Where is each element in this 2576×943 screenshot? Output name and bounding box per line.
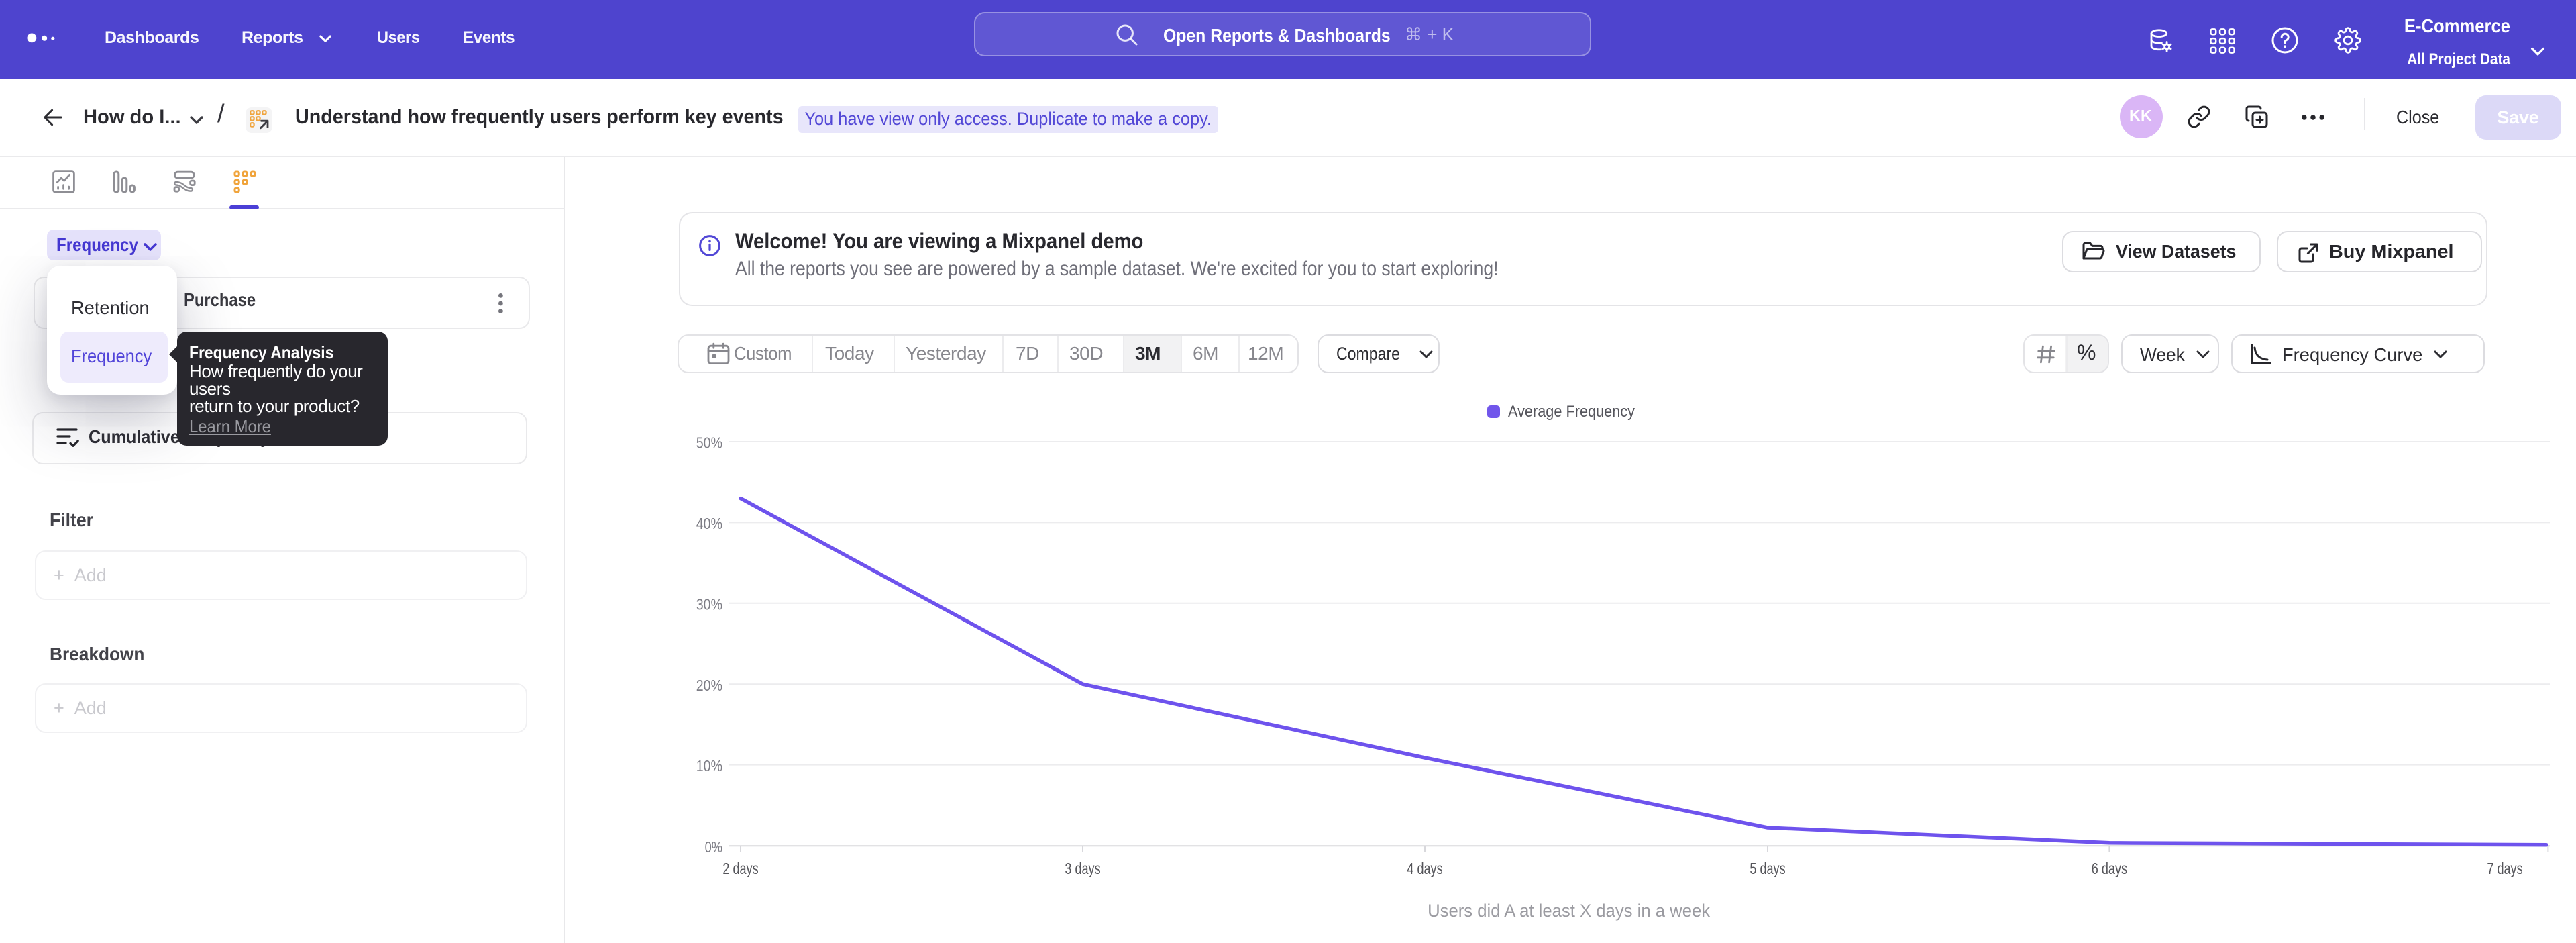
svg-text:10%: 10% — [696, 757, 722, 775]
svg-text:40%: 40% — [696, 515, 722, 532]
svg-text:2 days: 2 days — [722, 860, 758, 877]
svg-text:6 days: 6 days — [2092, 860, 2127, 877]
svg-text:Average Frequency: Average Frequency — [1508, 403, 1635, 421]
svg-text:4 days: 4 days — [1407, 860, 1442, 877]
svg-text:Users did A at least X days in: Users did A at least X days in a week — [1428, 901, 1710, 921]
svg-text:7 days: 7 days — [2487, 860, 2522, 877]
svg-text:3 days: 3 days — [1065, 860, 1100, 877]
svg-text:20%: 20% — [696, 677, 722, 694]
svg-text:5 days: 5 days — [1750, 860, 1785, 877]
svg-text:50%: 50% — [696, 434, 722, 452]
svg-text:30%: 30% — [696, 595, 722, 613]
svg-text:0%: 0% — [705, 838, 722, 856]
